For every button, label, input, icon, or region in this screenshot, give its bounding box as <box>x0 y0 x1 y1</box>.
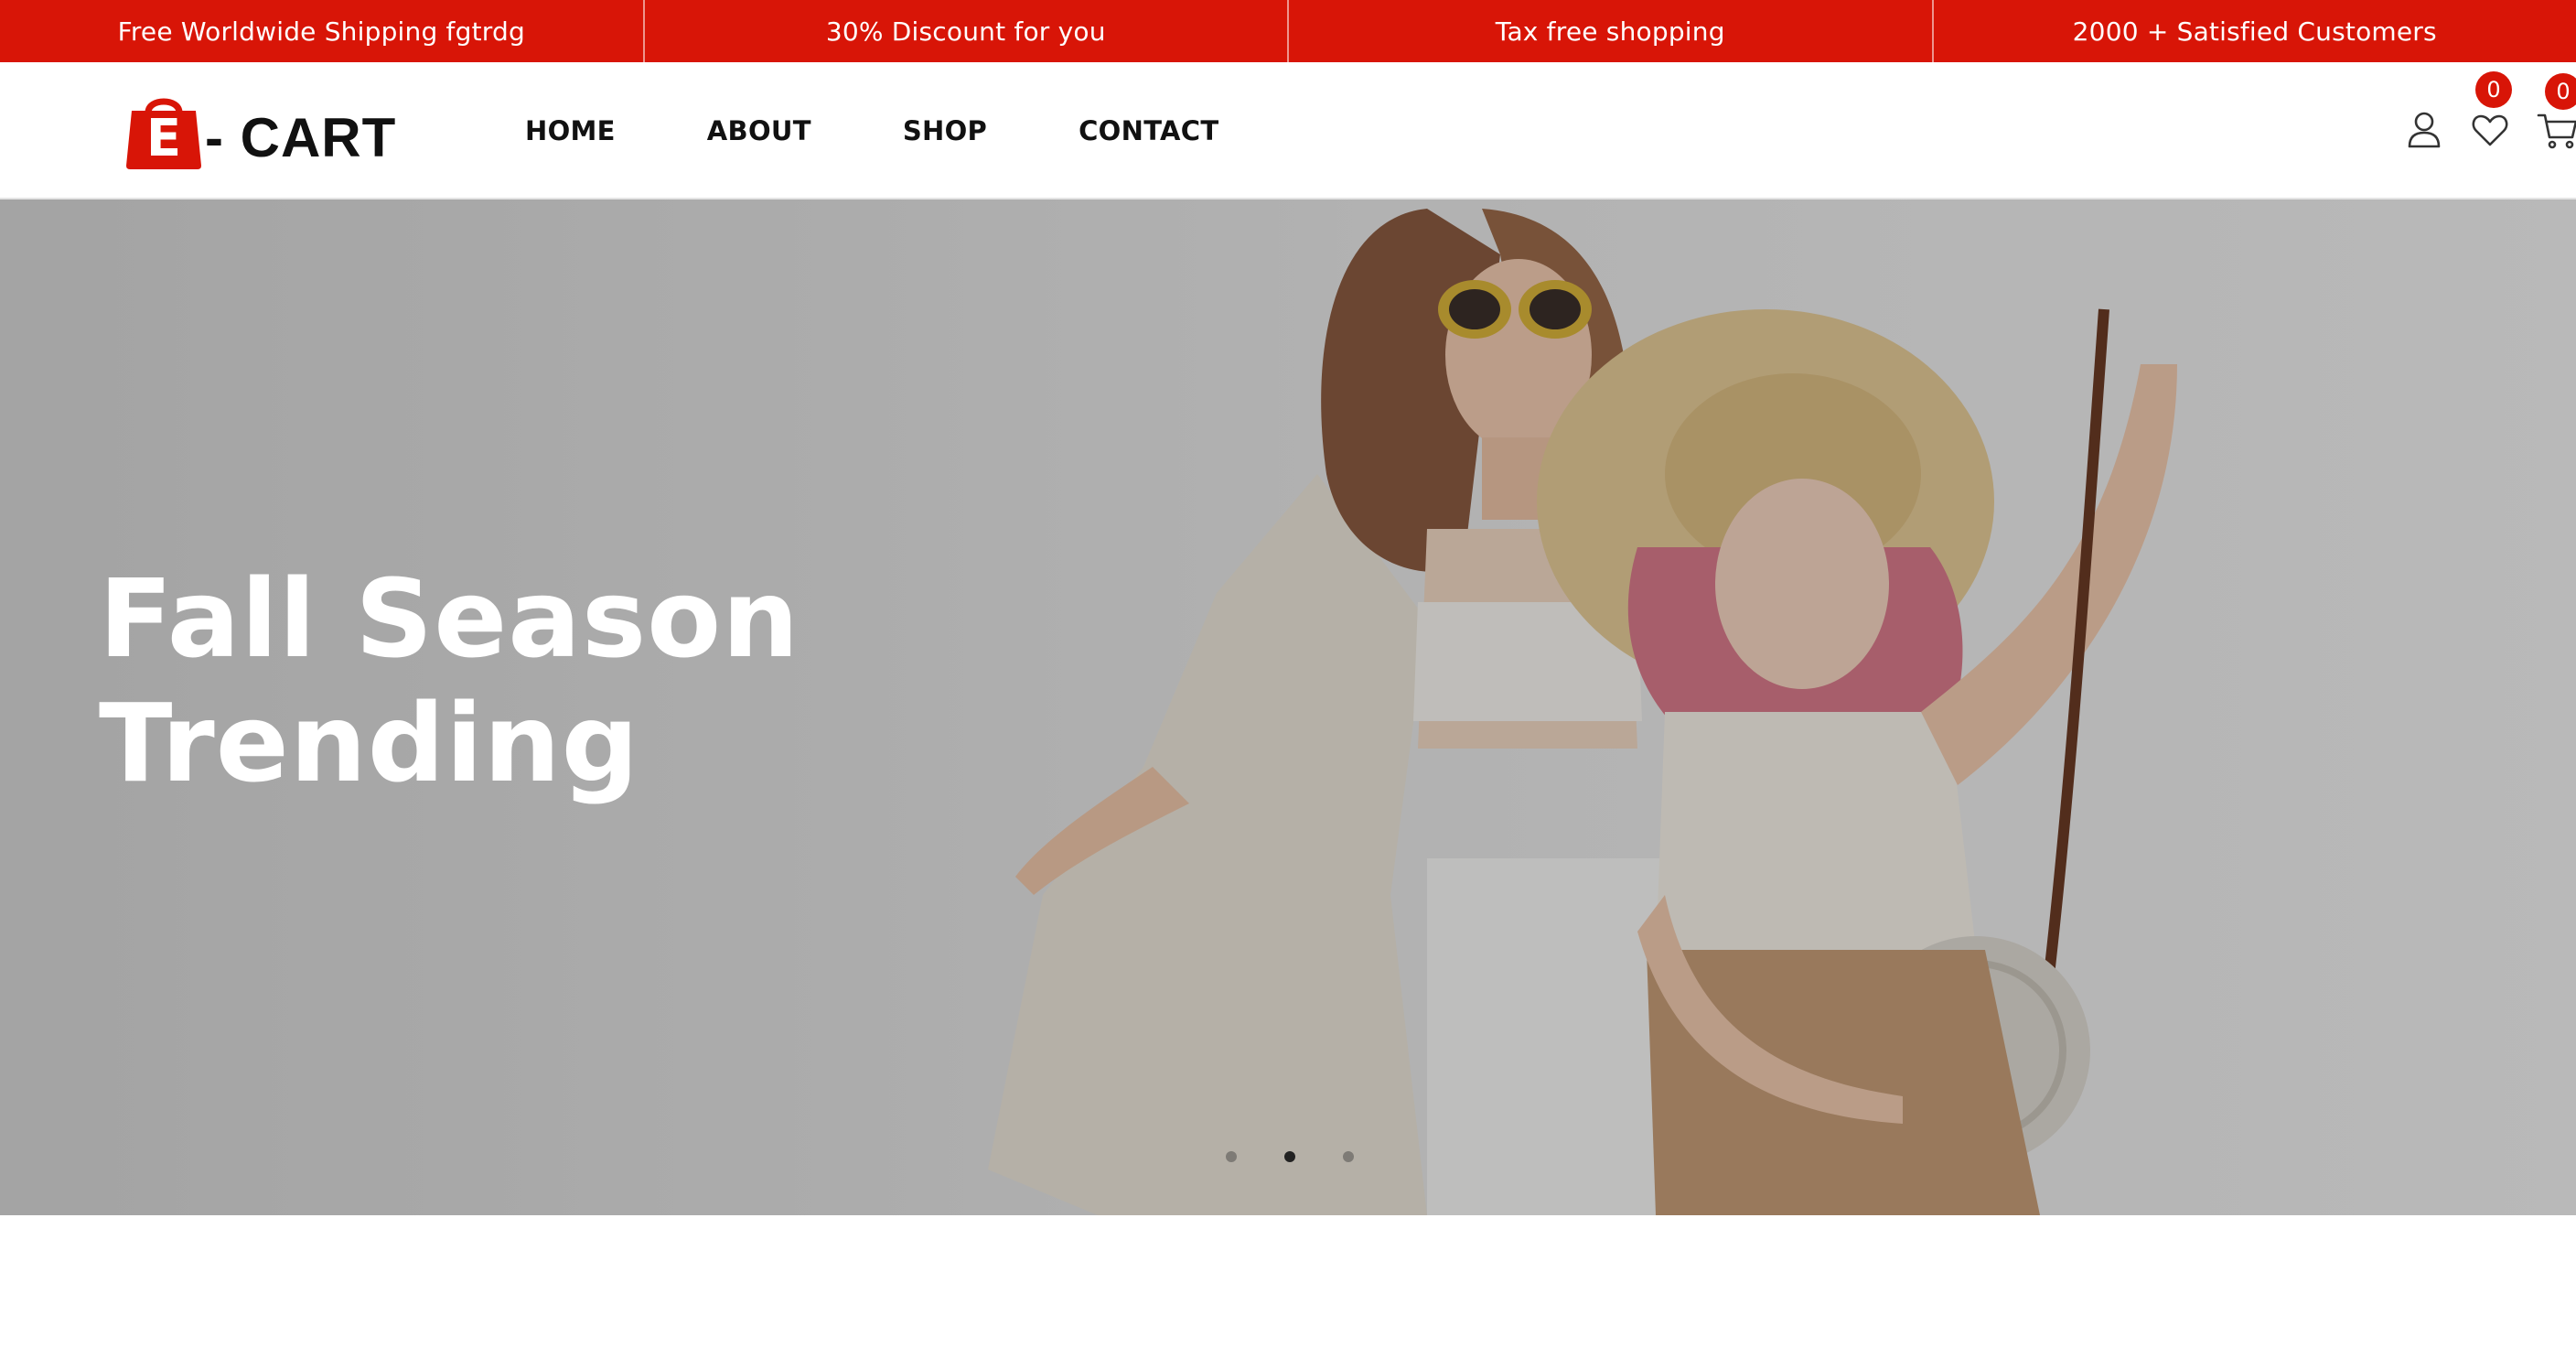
logo-text: - CART <box>205 106 397 168</box>
promo-item-shipping: Free Worldwide Shipping fgtrdg <box>0 0 645 62</box>
cart-button[interactable]: 0 <box>2536 73 2576 152</box>
nav-contact[interactable]: CONTACT <box>1079 115 1218 146</box>
main-nav: HOME ABOUT SHOP CONTACT <box>525 62 1310 199</box>
site-header: E - CART HOME ABOUT SHOP CONTACT 0 0 <box>0 62 2576 199</box>
promo-item-discount: 30% Discount for you <box>645 0 1289 62</box>
page-content-area <box>0 1215 2576 1358</box>
promo-bar: Free Worldwide Shipping fgtrdg 30% Disco… <box>0 0 2576 62</box>
heart-icon <box>2468 108 2512 152</box>
hero-title-line-1: Fall Season <box>99 555 800 682</box>
logo-link[interactable]: E - CART <box>124 90 396 172</box>
wishlist-button[interactable]: 0 <box>2468 71 2512 152</box>
promo-item-customers: 2000 + Satisfied Customers <box>2072 16 2437 47</box>
account-button[interactable] <box>2402 108 2446 152</box>
shopping-bag-logo-icon: E <box>124 92 203 169</box>
hero-title-line-2: Trending <box>99 680 640 806</box>
user-icon <box>2402 108 2446 152</box>
wishlist-count-badge: 0 <box>2475 71 2512 108</box>
header-actions: 0 0 <box>2338 62 2576 199</box>
slider-pagination <box>1226 1151 1354 1162</box>
slider-dot-2[interactable] <box>1284 1151 1295 1162</box>
slider-dot-1[interactable] <box>1226 1151 1237 1162</box>
hero-title: Fall Season Trending <box>99 556 1014 805</box>
promo-item-tax-free: Tax free shopping <box>1289 0 1934 62</box>
cart-count-badge: 0 <box>2545 73 2576 110</box>
hero-banner: Fall Season Trending <box>0 199 2576 1215</box>
nav-about[interactable]: ABOUT <box>707 115 811 146</box>
cart-icon <box>2536 108 2576 152</box>
logo-letter: E <box>145 109 182 168</box>
slider-dot-3[interactable] <box>1343 1151 1354 1162</box>
nav-shop[interactable]: SHOP <box>903 115 987 146</box>
nav-home[interactable]: HOME <box>525 115 616 146</box>
